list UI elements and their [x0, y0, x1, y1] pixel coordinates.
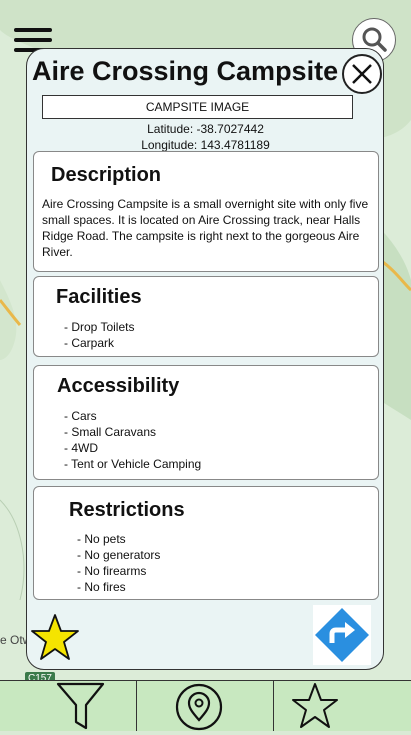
list-item: - Cars: [64, 409, 97, 423]
close-button[interactable]: [342, 54, 382, 94]
directions-button[interactable]: [313, 605, 371, 665]
bottom-navigation: [0, 680, 411, 731]
star-outline-icon: [292, 683, 338, 728]
latitude-text: Latitude: -38.7027442: [147, 122, 264, 136]
menu-bar: [14, 28, 52, 32]
campsite-title: Aire Crossing Campsite: [32, 56, 339, 86]
list-item: - Carpark: [64, 336, 115, 350]
list-item: - No firearms: [77, 564, 147, 578]
restrictions-card: Restrictions - No pets - No generators -…: [33, 486, 379, 600]
favorite-button[interactable]: [30, 612, 80, 662]
description-heading: Description: [51, 164, 162, 186]
map-pin-icon: [175, 683, 223, 731]
facilities-heading: Facilities: [56, 286, 142, 308]
directions-icon: [315, 608, 369, 662]
restrictions-heading: Restrictions: [69, 499, 185, 521]
facilities-list: - Drop Toilets - Carpark: [64, 319, 134, 351]
close-icon: [352, 64, 372, 84]
accessibility-card: Accessibility - Cars - Small Caravans - …: [33, 365, 379, 480]
road-badge: C157: [25, 672, 55, 680]
menu-bar: [14, 38, 52, 42]
accessibility-heading: Accessibility: [57, 375, 180, 397]
list-item: - No pets: [77, 532, 126, 546]
restrictions-list: - No pets - No generators - No firearms …: [77, 531, 160, 595]
description-text: Aire Crossing Campsite is a small overni…: [42, 197, 369, 259]
longitude-text: Longitude: 143.4781189: [141, 138, 270, 152]
list-item: - Drop Toilets: [64, 320, 135, 334]
nav-favorites-button[interactable]: [274, 681, 411, 731]
campsite-image-placeholder: CAMPSITE IMAGE: [42, 95, 353, 119]
accessibility-list: - Cars - Small Caravans - 4WD - Tent or …: [64, 408, 201, 472]
nav-map-button[interactable]: [137, 681, 274, 731]
nav-filter-button[interactable]: [0, 681, 137, 731]
filter-icon: [56, 682, 105, 730]
description-card: Description Aire Crossing Campsite is a …: [33, 151, 379, 272]
list-item: - No fires: [77, 580, 126, 594]
star-filled-icon: [31, 614, 79, 660]
list-item: - 4WD: [64, 441, 98, 455]
list-item: - Tent or Vehicle Camping: [64, 457, 202, 471]
list-item: - Small Caravans: [64, 425, 157, 439]
facilities-card: Facilities - Drop Toilets - Carpark: [33, 276, 379, 357]
list-item: - No generators: [77, 548, 161, 562]
